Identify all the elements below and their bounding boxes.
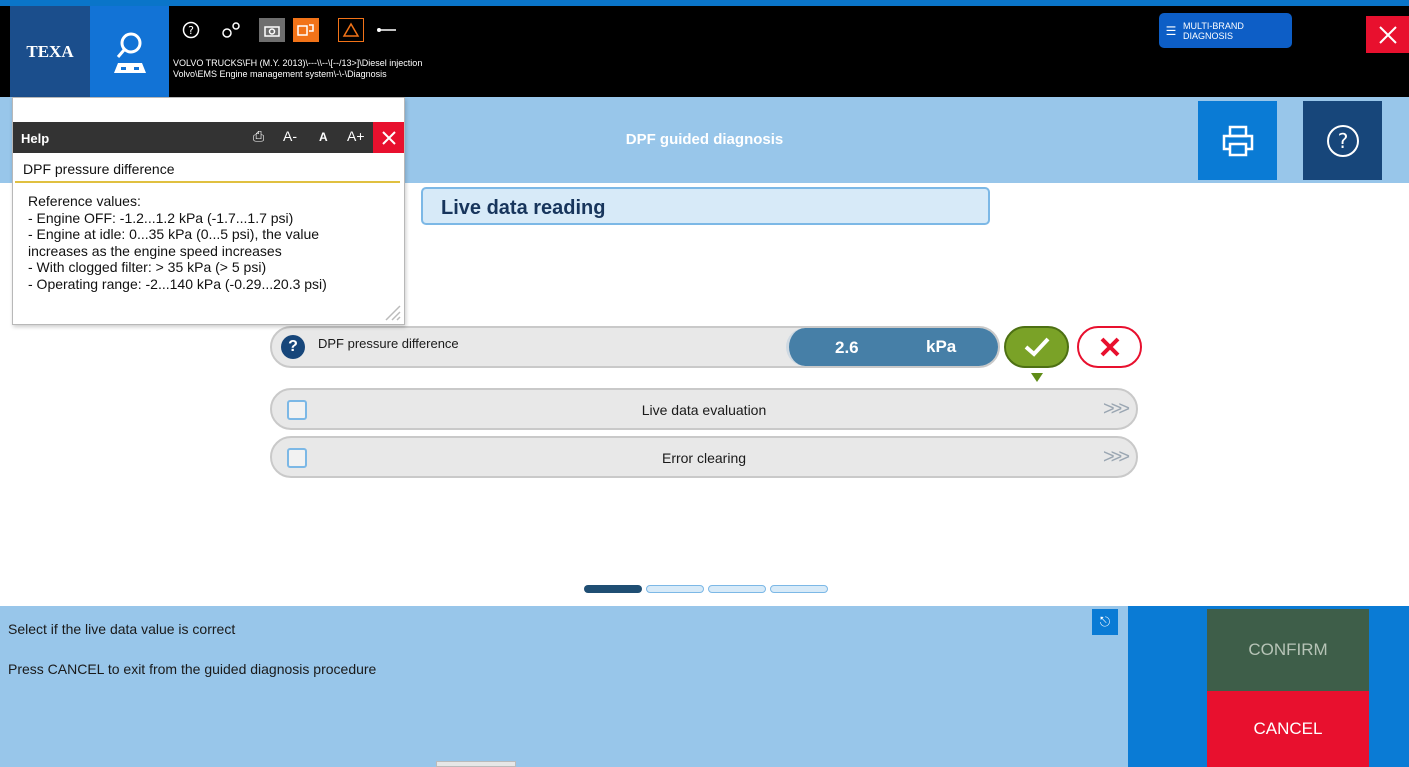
step-label: Error clearing <box>661 450 747 466</box>
value-incorrect-button[interactable] <box>1077 326 1142 368</box>
chevrons-right-icon: >>> <box>1102 446 1130 468</box>
step-error-clearing[interactable]: Error clearing >>> <box>270 436 1138 478</box>
help-title: Help <box>21 131 50 146</box>
help-divider <box>15 181 400 183</box>
help-header: Help ⎙ A- A A+ <box>13 122 404 153</box>
path-line-1: VOLVO TRUCKS\FH (M.Y. 2013)\---\\--\[--/… <box>173 58 423 68</box>
lock-icon[interactable]: ⎋ <box>1092 609 1118 635</box>
cross-icon <box>1100 337 1119 357</box>
search-car-icon[interactable] <box>90 6 169 97</box>
scroll-handle[interactable] <box>436 761 516 767</box>
live-data-value-box: 2.6 kPa <box>786 328 998 366</box>
resize-grip-icon[interactable] <box>380 300 402 322</box>
path-line-2: Volvo\EMS Engine management system\-\-\D… <box>173 69 387 79</box>
warning-icon[interactable] <box>338 18 364 42</box>
help-line: increases as the engine speed increases <box>28 242 282 259</box>
help-line: - Engine OFF: -1.2...1.2 kPa (-1.7...1.7… <box>28 209 294 226</box>
page-indicator <box>646 585 704 593</box>
print-icon <box>1222 125 1253 156</box>
close-icon <box>381 130 396 145</box>
font-increase-button[interactable]: A+ <box>347 128 365 144</box>
page-indicator <box>708 585 766 593</box>
checkmark-icon <box>1024 337 1049 357</box>
usb-icon <box>374 18 400 42</box>
print-button[interactable] <box>1198 101 1277 180</box>
close-app-button[interactable] <box>1366 16 1409 53</box>
step-label: Live data evaluation <box>641 402 767 418</box>
print-icon[interactable]: ⎙ <box>253 128 264 145</box>
help-close-button[interactable] <box>373 122 404 153</box>
multibrand-label-2: DIAGNOSIS <box>1183 30 1234 41</box>
font-decrease-button[interactable]: A- <box>283 128 297 144</box>
page-indicator-active <box>584 585 642 593</box>
page-indicator <box>770 585 828 593</box>
screenshot-icon[interactable] <box>259 18 285 42</box>
chevrons-right-icon: >>> <box>1102 398 1130 420</box>
help-body: Reference values: - Engine OFF: -1.2...1… <box>28 193 398 292</box>
cancel-button[interactable]: CANCEL <box>1207 691 1369 767</box>
multibrand-label-1: MULTI-BRAND <box>1183 20 1244 31</box>
help-heading: DPF pressure difference <box>23 161 175 177</box>
step-live-data-evaluation[interactable]: Live data evaluation >>> <box>270 388 1138 430</box>
multibrand-icon: ☰ <box>1165 23 1177 38</box>
svg-text:?: ? <box>1337 129 1348 153</box>
multi-brand-diagnosis-button[interactable]: ☰ MULTI-BRAND DIAGNOSIS <box>1159 13 1292 48</box>
live-data-value: 2.6 <box>835 338 859 357</box>
logo-text: TEXA <box>26 41 74 61</box>
value-correct-button[interactable] <box>1004 326 1069 368</box>
close-icon <box>1378 25 1397 44</box>
texa-logo: TEXA <box>10 6 90 97</box>
live-data-row: ? DPF pressure difference 2.6 kPa <box>270 326 1000 368</box>
live-data-label: DPF pressure difference <box>318 336 459 351</box>
help-line: - Engine at idle: 0...35 kPa (0...5 psi)… <box>28 226 320 242</box>
live-data-unit: kPa <box>926 337 957 356</box>
vehicle-path: VOLVO TRUCKS\FH (M.Y. 2013)\---\\--\[--/… <box>173 58 422 80</box>
instruction-text-2: Press CANCEL to exit from the guided dia… <box>8 661 377 677</box>
help-icon[interactable]: ? <box>178 18 204 42</box>
selection-caret <box>1031 373 1043 382</box>
help-icon: ? <box>1326 124 1359 157</box>
help-line: Reference values: <box>28 193 141 209</box>
vehicle-connect-icon[interactable] <box>293 18 319 42</box>
settings-icon[interactable] <box>218 18 244 42</box>
info-icon[interactable]: ? <box>281 335 305 359</box>
help-line: - With clogged filter: > 35 kPa (> 5 psi… <box>28 259 267 275</box>
font-reset-button[interactable]: A <box>319 130 328 144</box>
confirm-button[interactable]: CONFIRM <box>1207 609 1369 691</box>
section-title: Live data reading <box>421 187 990 225</box>
svg-text:?: ? <box>188 24 194 37</box>
instruction-text-1: Select if the live data value is correct <box>8 621 236 637</box>
help-line: - Operating range: -2...140 kPa (-0.29..… <box>28 275 327 292</box>
help-button[interactable]: ? <box>1303 101 1382 180</box>
help-panel: Help ⎙ A- A A+ DPF pressure difference R… <box>12 97 405 325</box>
